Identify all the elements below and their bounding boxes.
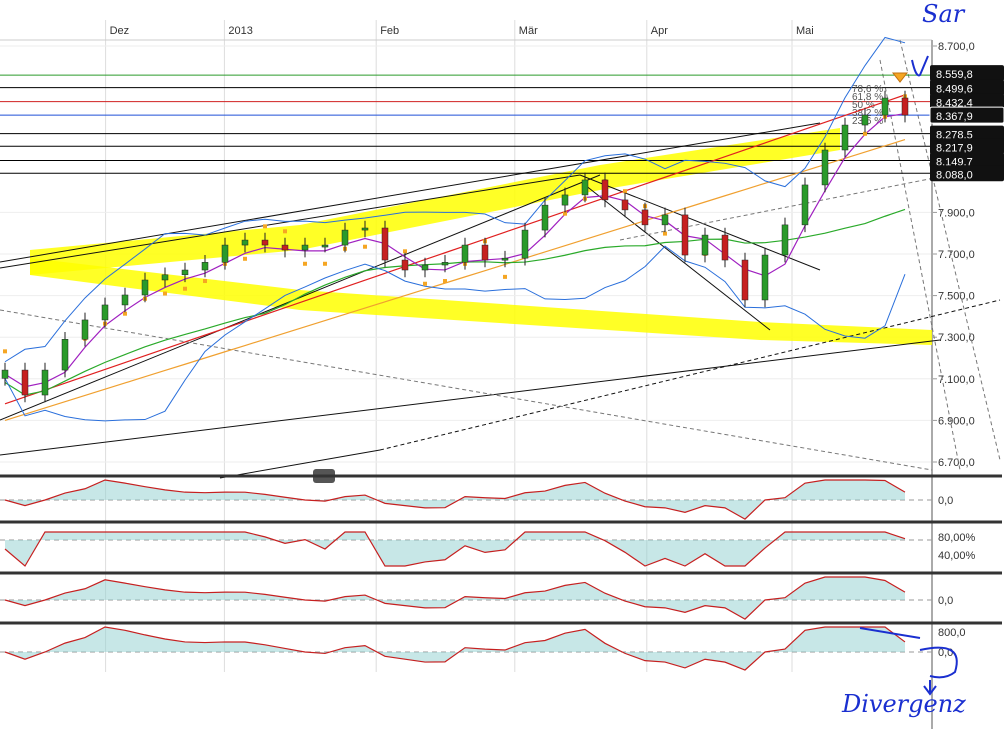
candle-body (1, 369, 9, 379)
sar-dot (503, 274, 507, 279)
panel-tick-label: 0,0 (938, 495, 953, 507)
sar-dot (203, 279, 207, 284)
candle-body (641, 209, 649, 226)
candle-body (681, 214, 689, 256)
candle-body (161, 274, 169, 281)
month-label: Feb (380, 25, 399, 37)
sar-dot (423, 281, 427, 286)
sar-dot (163, 291, 167, 296)
candle-body (621, 199, 629, 211)
sar-dot (663, 231, 667, 236)
candle-body (121, 294, 129, 306)
sar-dot (263, 224, 267, 229)
candle-body (21, 369, 29, 396)
candle-body (601, 179, 609, 201)
candle-body (181, 269, 189, 276)
sar-dot (363, 244, 367, 249)
candle-body (881, 97, 889, 116)
candle-body (661, 214, 669, 226)
trend-line (0, 122, 821, 263)
candle-body (701, 234, 709, 256)
candle-body (81, 319, 89, 340)
y-tick-label: 7.300,0 (938, 332, 975, 344)
y-tick-label: 7.500,0 (938, 291, 975, 303)
y-tick-label: 7.900,0 (938, 207, 975, 219)
candle-body (101, 304, 109, 321)
candle-body (461, 244, 469, 263)
y-tick-label: 6.900,0 (938, 415, 975, 427)
candle-body (801, 184, 809, 226)
candle-body (221, 244, 229, 263)
candle-body (541, 204, 549, 231)
annotation-check-icon (911, 55, 929, 77)
candle-body (201, 262, 209, 271)
sar-dot (623, 189, 627, 194)
sar-dot (283, 229, 287, 234)
annotation-sar: Sar (922, 0, 966, 28)
trend-line (584, 184, 771, 331)
y-tick-label: 7.700,0 (938, 249, 975, 261)
level-label: 8.559,8 (936, 69, 973, 81)
month-label: Apr (651, 25, 668, 37)
indicator-area (5, 532, 905, 566)
annotation-divergenz: Divergenz (841, 690, 966, 718)
candle-body (241, 239, 249, 246)
sar-dot (183, 286, 187, 291)
candle-body (41, 369, 49, 396)
candle-body (361, 227, 369, 231)
candle-body (781, 224, 789, 256)
candle-body (281, 244, 289, 251)
candle-body (501, 257, 509, 261)
sar-dot (243, 256, 247, 261)
sar-dot (303, 261, 307, 266)
month-label: Mai (796, 25, 814, 37)
candle-body (741, 259, 749, 301)
candle-body (321, 244, 329, 248)
level-label: 8.088,0 (936, 169, 973, 181)
month-label: Dez (110, 25, 130, 37)
candle-body (561, 194, 569, 206)
candle-body (481, 244, 489, 261)
level-label: 8.367,9 (936, 111, 973, 123)
sar-dot (3, 349, 7, 354)
sar-dot (123, 311, 127, 316)
panel-tick-label: 0,0 (938, 595, 953, 607)
candle-body (901, 97, 909, 116)
candle-body (421, 264, 429, 271)
sar-marker-icon (891, 72, 909, 83)
candle-body (301, 244, 309, 251)
sar-dot (443, 279, 447, 284)
price-chart: Dez 2013 Feb Mär Apr Mai 8.700,0 7.900,0 7.700,0… (0, 0, 1005, 729)
sar-dot (403, 249, 407, 254)
candle-body (141, 279, 149, 296)
indicator-area (5, 577, 905, 620)
candle-body (841, 124, 849, 151)
candle-body (401, 259, 409, 271)
candle-body (261, 239, 269, 246)
candle-body (441, 262, 449, 266)
trend-line (579, 174, 821, 271)
candle-body (341, 229, 349, 246)
trend-line (0, 174, 601, 421)
panel-tick-label: 80,00% (938, 532, 976, 544)
sar-dot (323, 261, 327, 266)
candle-body (721, 234, 729, 261)
candle-body (521, 229, 529, 259)
candle-body (821, 149, 829, 186)
sar-dot (863, 131, 867, 136)
candle-body (761, 254, 769, 301)
y-tick-label: 6.700,0 (938, 457, 975, 469)
trend-line (219, 449, 381, 479)
candle-body (61, 339, 69, 371)
candle-body (861, 114, 869, 126)
panel-tick-label: 800,0 (938, 627, 966, 639)
month-label: Mär (519, 25, 538, 37)
candle-body (381, 227, 389, 261)
chart-container: Dez 2013 Feb Mär Apr Mai 8.700,0 7.900,0 7.700,0… (0, 0, 1006, 729)
y-tick-label: 8.700,0 (938, 41, 975, 53)
candle-body (581, 179, 589, 196)
panel-tick-label: 40,00% (938, 550, 976, 562)
trend-band-upper (30, 128, 840, 275)
month-label: 2013 (228, 25, 252, 37)
